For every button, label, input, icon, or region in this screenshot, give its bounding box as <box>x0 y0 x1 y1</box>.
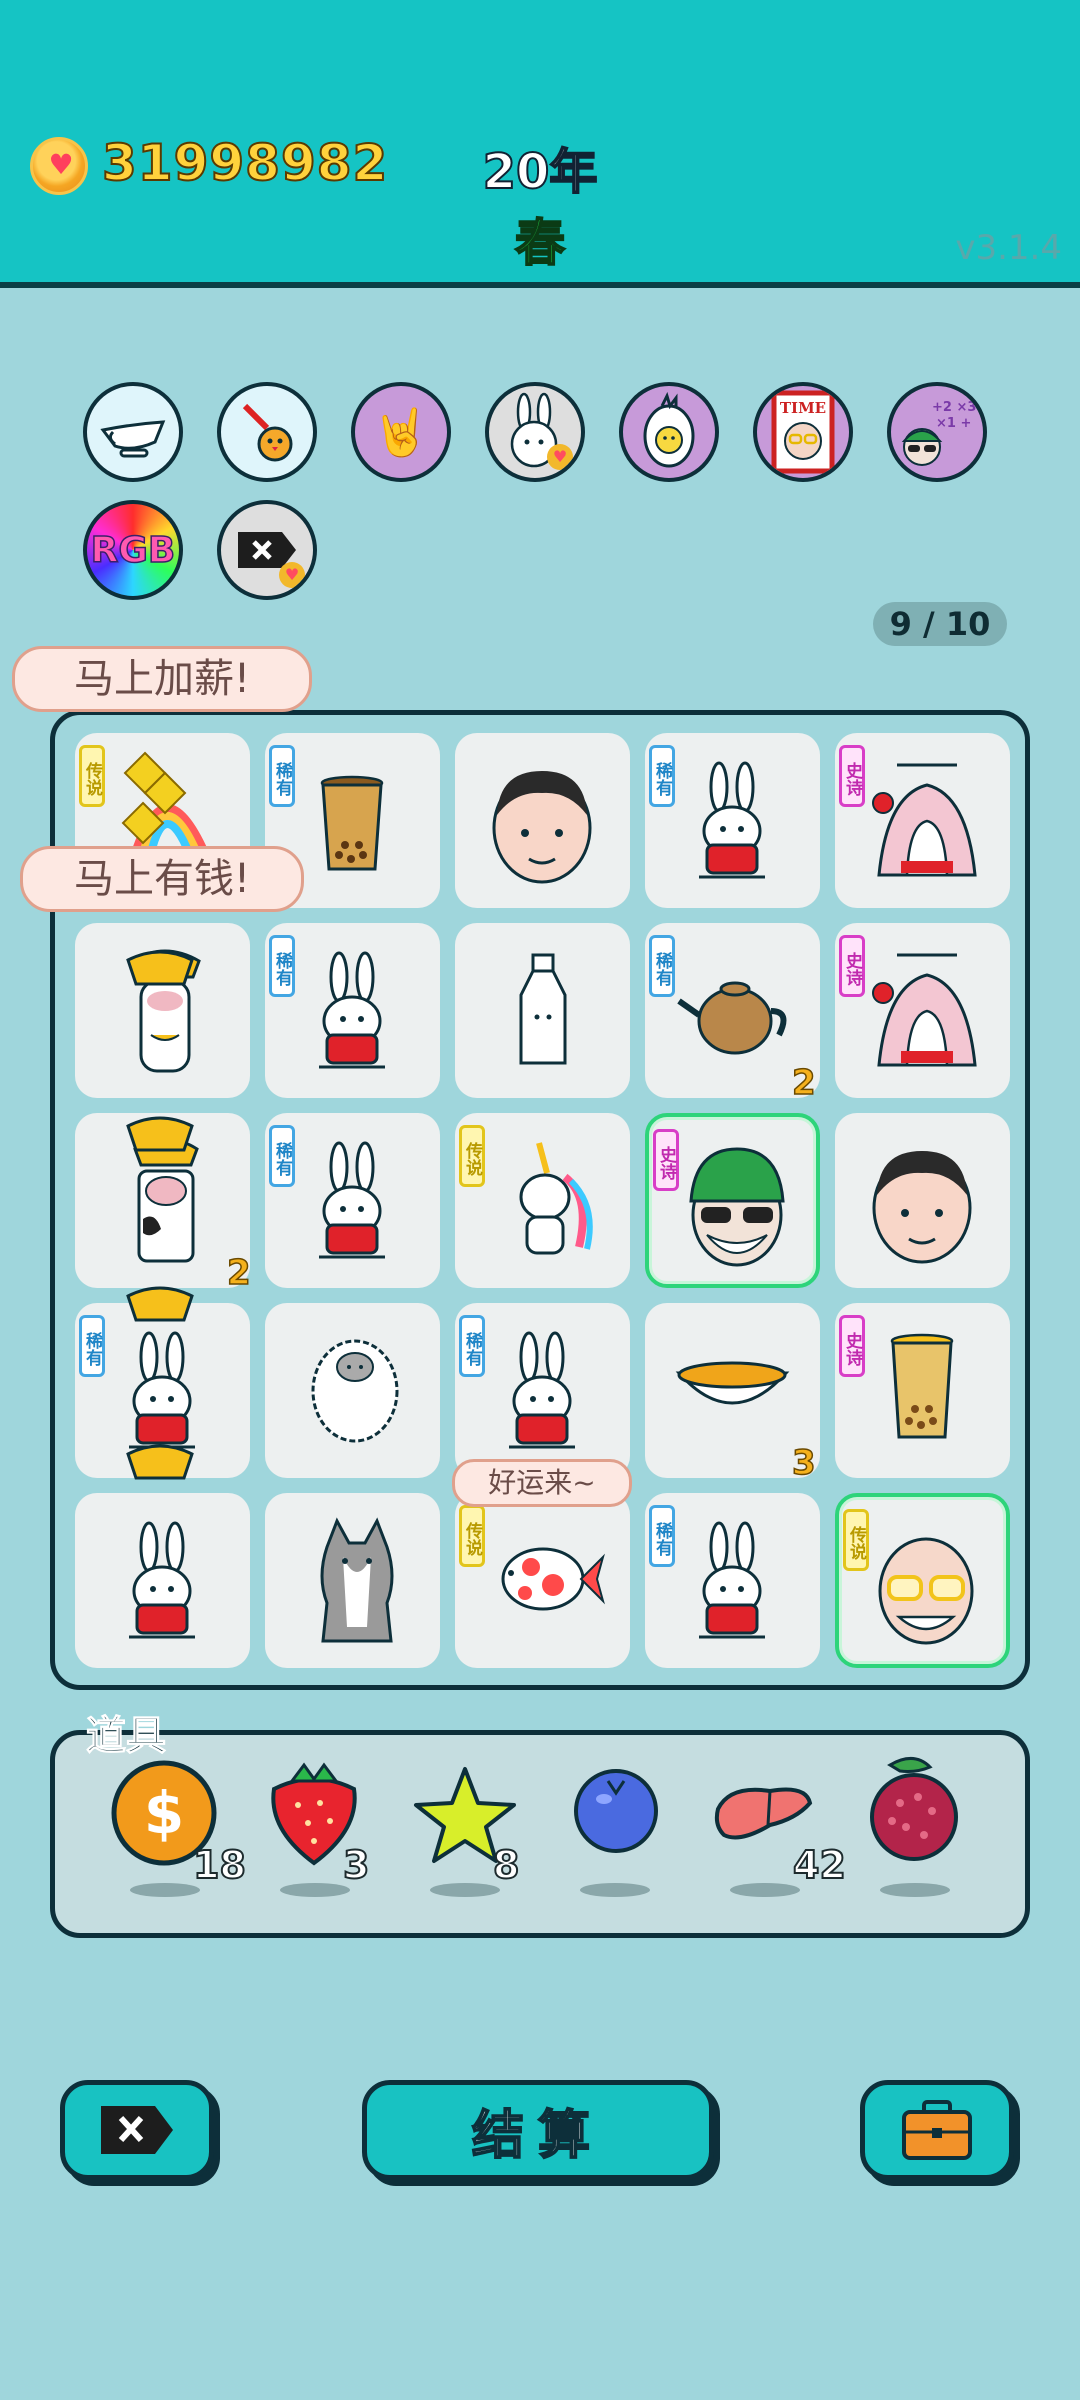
board-cell[interactable]: 传说 <box>455 1493 630 1668</box>
legend-tag: 传说 <box>79 745 105 807</box>
board-cell[interactable]: 传说 <box>835 1493 1010 1668</box>
rgb-label: RGB <box>90 529 176 572</box>
stack-count: 3 <box>791 1442 816 1484</box>
rare-tag: 稀有 <box>459 1315 485 1377</box>
board-cell[interactable] <box>265 1303 440 1478</box>
gravy-boat-icon[interactable] <box>83 382 183 482</box>
speech-bubble: 好运来~ <box>452 1459 632 1507</box>
rare-tag: 稀有 <box>649 1505 675 1567</box>
rare-tag: 稀有 <box>269 745 295 807</box>
speech-bubble: 马上加薪! <box>12 646 312 712</box>
version-label: v3.1.4 <box>955 228 1062 268</box>
board-cell[interactable]: 稀有 <box>645 733 820 908</box>
stack-count: 2 <box>226 1252 251 1294</box>
strawberry-item[interactable]: 3 <box>258 1762 378 1905</box>
epic-tag: 史诗 <box>839 935 865 997</box>
board-cell[interactable] <box>835 1113 1010 1288</box>
gold-ingot-icon <box>126 1286 194 1322</box>
math-face-icon[interactable]: +2 ×3 ×1 + <box>887 382 987 482</box>
item-quantity: 42 <box>792 1842 847 1888</box>
board-cell[interactable]: 3 <box>645 1303 820 1484</box>
waxberry-item[interactable] <box>858 1757 978 1905</box>
item-quantity: 8 <box>492 1842 520 1888</box>
rare-tag: 稀有 <box>649 745 675 807</box>
board-cell[interactable]: 史诗 <box>835 1303 1010 1478</box>
svg-text:×1 +: ×1 + <box>936 416 971 431</box>
rock-hand-icon[interactable]: 🤘 <box>351 382 451 482</box>
legend-tag: 传说 <box>459 1505 485 1567</box>
waxberry-icon <box>870 1757 958 1861</box>
rare-tag: 稀有 <box>269 935 295 997</box>
time-magazine-icon[interactable]: TIME <box>753 382 853 482</box>
coin-balance: 31998982 <box>101 133 389 193</box>
epic-tag: 史诗 <box>839 1315 865 1377</box>
items-panel: $ 18 3 8 42 <box>50 1730 1030 1938</box>
board-cell[interactable] <box>455 923 630 1098</box>
chick-syringe-icon[interactable] <box>217 382 317 482</box>
legend-tag: 传说 <box>459 1125 485 1187</box>
speech-bubble: 马上有钱! <box>20 846 304 912</box>
heart-icon: ♥ <box>547 444 573 470</box>
board-cell[interactable]: 史诗 <box>835 923 1010 1098</box>
board-cell[interactable]: 传说 <box>455 1113 630 1288</box>
heart-icon: ♥ <box>279 562 305 588</box>
rgb-icon[interactable]: RGB <box>83 500 183 600</box>
svg-text:$: $ <box>144 1779 184 1847</box>
epic-tag: 史诗 <box>653 1129 679 1191</box>
board-cell[interactable] <box>455 733 630 908</box>
item-quantity: 18 <box>192 1842 247 1888</box>
slot-counter: 9 / 10 <box>873 602 1007 646</box>
delete-tag-icon <box>101 2106 173 2154</box>
board-cell[interactable] <box>75 1493 250 1668</box>
rare-tag: 稀有 <box>269 1125 295 1187</box>
legend-tag: 传说 <box>843 1509 869 1571</box>
rare-tag: 稀有 <box>79 1315 105 1377</box>
board-cell[interactable]: 稀有 2 <box>645 923 820 1104</box>
item-quantity: 3 <box>342 1842 370 1888</box>
settle-label: 结算 <box>471 2105 604 2167</box>
svg-text:+2 ×3: +2 ×3 <box>932 400 976 415</box>
svg-text:TIME: TIME <box>780 399 826 417</box>
blueberry-item[interactable] <box>558 1769 678 1905</box>
delete-tag-icon[interactable]: ♥ <box>217 500 317 600</box>
items-title: 道具 <box>86 1713 167 1760</box>
gold-ingot-icon <box>126 1444 194 1480</box>
epic-tag: 史诗 <box>839 745 865 807</box>
inventory-button[interactable] <box>860 2080 1014 2180</box>
egg-icon[interactable] <box>619 382 719 482</box>
dollar-coin-item[interactable]: $ 18 <box>108 1760 247 1905</box>
liver-item[interactable]: 42 <box>708 1775 847 1905</box>
gold-ingot-icon <box>126 1116 194 1152</box>
board-cell[interactable]: 史诗 <box>835 733 1010 908</box>
remove-button[interactable] <box>60 2080 214 2180</box>
star-item[interactable]: 8 <box>408 1767 528 1905</box>
board-cell[interactable]: 稀有 <box>265 1113 440 1288</box>
blueberry-icon <box>574 1769 658 1853</box>
year-label: 20年 <box>482 143 599 201</box>
rabbit-heart-icon[interactable]: ♥ <box>485 382 585 482</box>
rare-tag: 稀有 <box>649 935 675 997</box>
top-bar: ♥ 31998982 20年 春 v3.1.4 <box>0 0 1080 288</box>
stack-count: 2 <box>791 1062 816 1104</box>
gold-ingot-icon <box>126 950 194 986</box>
board-cell[interactable]: 稀有 <box>645 1493 820 1668</box>
season-label: 春 <box>514 213 566 273</box>
board-cell[interactable]: 史诗 <box>645 1113 820 1288</box>
board-cell[interactable]: 稀有 <box>265 923 440 1098</box>
settle-button[interactable]: 结算 <box>362 2080 714 2180</box>
briefcase-icon <box>902 2100 972 2160</box>
coin-icon: ♥ <box>30 137 88 195</box>
board-cell[interactable] <box>265 1493 440 1668</box>
board-cell[interactable]: 稀有 <box>455 1303 630 1478</box>
